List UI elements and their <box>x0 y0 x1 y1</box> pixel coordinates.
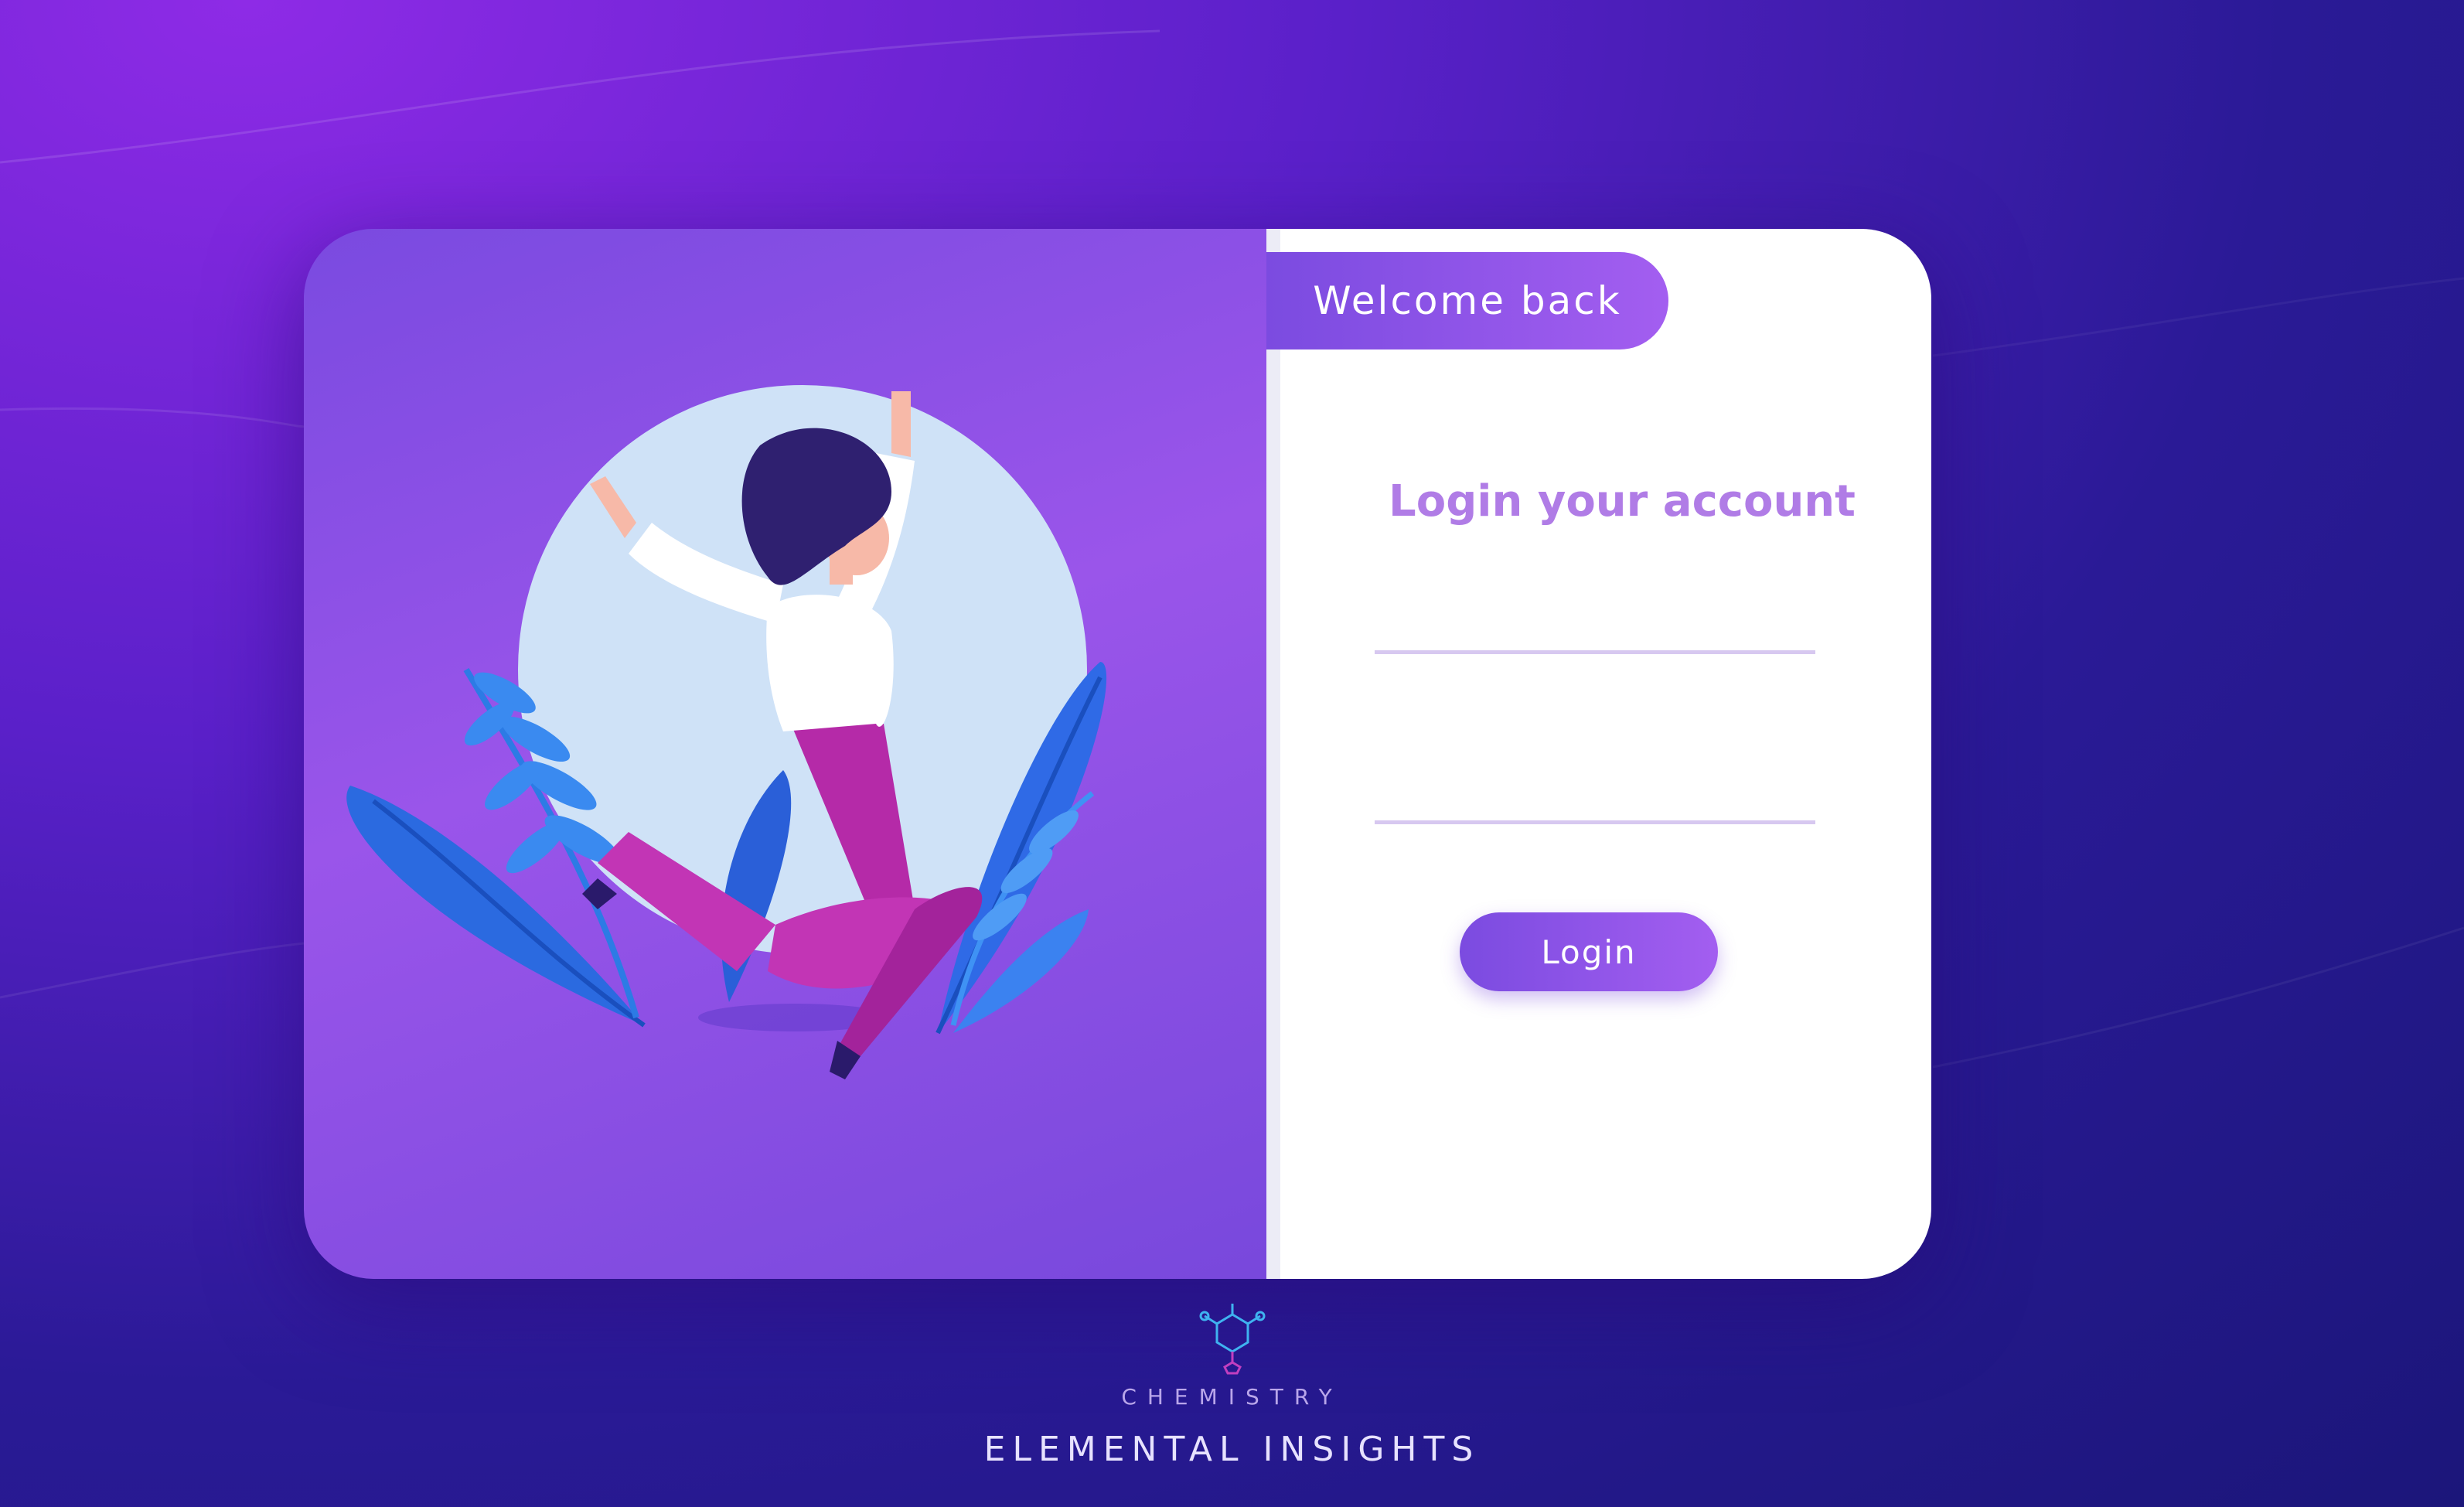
brand-subtitle: CHEMISTRY <box>1121 1384 1343 1410</box>
login-title: Login your account <box>1389 476 1856 527</box>
brand-name: ELEMENTAL INSIGHTS <box>983 1430 1481 1469</box>
username-input[interactable] <box>1375 592 1815 654</box>
password-input[interactable] <box>1375 762 1815 824</box>
login-button[interactable]: Login <box>1460 912 1718 991</box>
welcome-back-badge: Welcome back <box>1266 252 1668 349</box>
login-form: Welcome back Login your account Login <box>304 229 1931 1279</box>
brand-footer: CHEMISTRY ELEMENTAL INSIGHTS <box>0 1299 2464 1469</box>
molecule-icon <box>1199 1304 1265 1375</box>
welcome-back-label: Welcome back <box>1313 278 1622 323</box>
